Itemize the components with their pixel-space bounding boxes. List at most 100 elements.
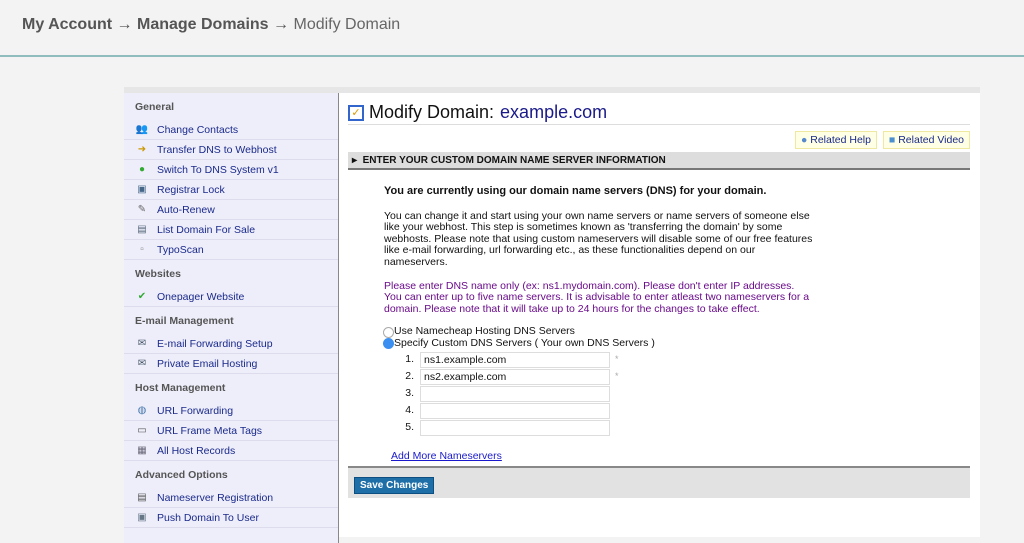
sidebar-item-label: Switch To DNS System v1 [157,163,279,176]
note-text: Please enter DNS name only (ex: ns1.mydo… [384,279,810,315]
breadcrumb-separator: → [116,16,133,33]
nameserver-input-4[interactable] [420,403,610,420]
switch-icon: ● [138,164,146,175]
sidebar-item-label: Nameserver Registration [157,491,274,504]
save-changes-button[interactable]: Save Changes [354,477,435,495]
related-help-label: Related Help [810,134,871,146]
lock-icon: ▣ [137,184,147,195]
sidebar-section-title: E-mail Management [135,315,234,327]
sidebar-item-label: Private Email Hosting [157,357,258,370]
nameserver-number: 5. [405,421,414,434]
breadcrumb-my-account[interactable]: My Account [22,16,112,33]
nameserver-value: ns1.example.com [424,354,507,367]
sidebar-item-e-mail-forwarding-setup[interactable]: ✉ E-mail Forwarding Setup [124,334,338,354]
edit-icon: ✓ [348,104,364,121]
frame-icon: ▭ [137,425,147,436]
arrow-right-icon: ➜ [137,144,147,155]
sidebar-item-transfer-dns-to-webhost[interactable]: ➜ Transfer DNS to Webhost [124,140,338,160]
page-title: ✓ Modify Domain: example.com [348,101,970,125]
sidebar-item-all-host-records[interactable]: ▦ All Host Records [124,441,338,461]
email-icon: ✉ [137,358,147,369]
sidebar-item-label: Onepager Website [157,290,245,303]
nameserver-row: 1. ns1.example.com * [398,352,970,369]
dns-status: You are currently using our domain name … [384,185,767,197]
form-footer: Save Changes [348,466,970,499]
sidebar-section-title: Host Management [135,382,226,394]
globe-icon: ◍ [137,405,147,416]
breadcrumb-current: Modify Domain [293,16,401,33]
sidebar-item-private-email-hosting[interactable]: ✉ Private Email Hosting [124,354,338,374]
records-icon: ▦ [137,445,147,456]
radio-button[interactable] [383,326,394,338]
renew-icon: ✎ [137,204,147,215]
nameserver-number: 4. [405,404,414,417]
main-content: ✓ Modify Domain: example.com ● Related Hel… [348,93,970,499]
sidebar-item-label: E-mail Forwarding Setup [157,337,273,350]
nameserver-input-3[interactable] [420,386,610,403]
sidebar-item-label: Push Domain To User [157,511,259,524]
sidebar-item-push-domain-to-user[interactable]: ▣ Push Domain To User [124,508,338,528]
sidebar: General 👥 Change Contacts ➜ Transfer DNS to … [124,93,339,543]
nameserver-row: 2. ns2.example.com * [398,369,970,386]
sidebar-item-label: Transfer DNS to Webhost [157,143,277,156]
sidebar-item-label: URL Frame Meta Tags [157,424,263,437]
nameserver-row: 3. [398,386,970,403]
nameserver-number: 2. [405,370,414,383]
related-video-label: Related Video [898,134,964,146]
radio-custom-dns[interactable]: Specify Custom DNS Servers ( Your own DN… [383,336,970,350]
nameserver-value: ns2.example.com [424,371,507,384]
related-video-button[interactable]: ■ Related Video [882,131,970,149]
nameserver-row: 5. [398,420,970,437]
required-mark: * [615,371,619,382]
sidebar-item-url-forwarding[interactable]: ◍ URL Forwarding [124,401,338,421]
sidebar-item-label: URL Forwarding [157,404,234,417]
check-icon: ✔ [137,291,147,302]
content-panel: General 👥 Change Contacts ➜ Transfer DNS to … [124,87,980,543]
radio-button[interactable] [383,338,394,350]
nameserver-row: 4. [398,403,970,420]
breadcrumb: My Account → Manage Domains → Modify Dom… [0,0,1024,57]
sidebar-section-title: Advanced Options [135,469,228,481]
sidebar-item-label: Registrar Lock [157,183,225,196]
nameserver-icon: ▤ [137,492,147,503]
sidebar-item-change-contacts[interactable]: 👥 Change Contacts [124,120,338,140]
push-icon: ▣ [137,512,147,523]
nameserver-number: 3. [405,387,414,400]
email-forward-icon: ✉ [137,338,147,349]
sidebar-item-url-frame-meta-tags[interactable]: ▭ URL Frame Meta Tags [124,421,338,441]
title-text: Modify Domain: [369,102,495,122]
section-title: ENTER YOUR CUSTOM DOMAIN NAME SERVER INF… [362,155,666,166]
nameserver-input-5[interactable] [420,420,610,437]
sidebar-item-switch-to-dns-system-v1[interactable]: ● Switch To DNS System v1 [124,160,338,180]
sidebar-item-label: All Host Records [157,444,236,457]
sidebar-item-nameserver-registration[interactable]: ▤ Nameserver Registration [124,488,338,508]
contacts-icon: 👥 [135,124,149,135]
sidebar-item-onepager-website[interactable]: ✔ Onepager Website [124,287,338,307]
radio-label: Specify Custom DNS Servers ( Your own DN… [394,336,655,349]
video-camera-icon: ■ [888,134,896,146]
nameserver-input-2[interactable]: ns2.example.com [420,369,610,386]
related-help-button[interactable]: ● Related Help [794,131,877,149]
sidebar-item-label: List Domain For Sale [157,223,256,236]
nameserver-input-1[interactable]: ns1.example.com [420,352,610,369]
sidebar-item-list-domain-for-sale[interactable]: ▤ List Domain For Sale [124,220,338,240]
help-icon: ● [800,134,808,146]
title-domain: example.com [500,102,608,122]
sidebar-item-typoscan[interactable]: ▫ TypoScan [124,240,338,260]
sidebar-item-label: TypoScan [157,243,204,256]
breadcrumb-manage-domains[interactable]: Manage Domains [137,16,269,33]
sidebar-item-label: Change Contacts [157,123,239,136]
sidebar-item-registrar-lock[interactable]: ▣ Registrar Lock [124,180,338,200]
sidebar-section-title: Websites [135,268,181,280]
sidebar-section-title: General [135,101,175,113]
section-header: ▸ ENTER YOUR CUSTOM DOMAIN NAME SERVER I… [348,152,970,170]
add-more-nameservers-link[interactable]: Add More Nameservers [391,450,970,463]
typoscan-icon: ▫ [140,244,144,255]
sidebar-item-auto-renew[interactable]: ✎ Auto-Renew [124,200,338,220]
list-icon: ▤ [137,224,147,235]
breadcrumb-separator: → [273,16,290,33]
nameserver-number: 1. [405,353,414,366]
required-mark: * [615,354,619,365]
info-text: You can change it and start using your o… [384,209,813,268]
triangle-right-icon: ▸ [352,155,358,166]
